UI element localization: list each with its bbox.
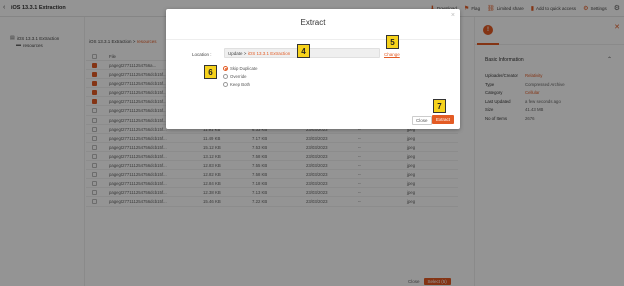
radio-keep-both[interactable]	[223, 82, 228, 87]
option-override[interactable]: Override	[223, 74, 246, 79]
divider	[166, 39, 460, 40]
location-destination: iOS 13.3.1 Extraction	[247, 51, 291, 56]
callout-marker-5: 5	[386, 35, 399, 49]
radio-override[interactable]	[223, 74, 228, 79]
dialog-close-button[interactable]: Close	[412, 116, 432, 125]
change-location-link[interactable]: Change	[384, 52, 400, 57]
dialog-title: Extract	[300, 18, 326, 27]
radio-skip-duplicate[interactable]	[223, 66, 228, 71]
location-label: Location :	[192, 52, 212, 57]
callout-marker-4: 4	[297, 44, 310, 58]
dialog-extract-button[interactable]: Extract	[432, 115, 455, 124]
location-root: Update	[228, 51, 243, 56]
callout-marker-6: 6	[204, 65, 217, 79]
close-icon[interactable]: ×	[451, 12, 455, 19]
callout-marker-7: 7	[433, 99, 446, 113]
option-keep-both[interactable]: Keep Both	[223, 82, 250, 87]
option-skip-duplicate[interactable]: Skip Duplicate	[223, 66, 257, 71]
